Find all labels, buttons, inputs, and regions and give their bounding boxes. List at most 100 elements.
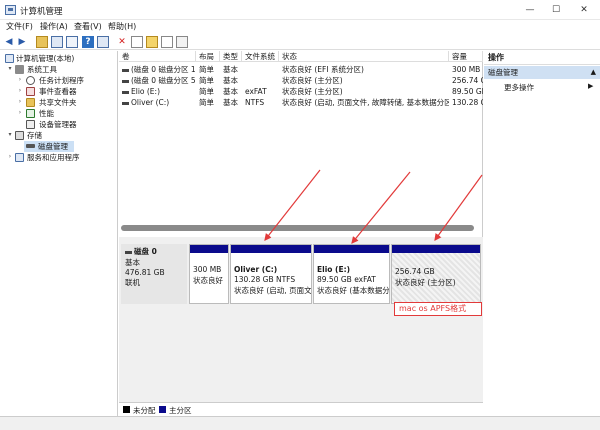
filesystem-cell: NTFS xyxy=(245,98,265,107)
partition-size: 89.50 GB exFAT xyxy=(317,275,376,284)
chevron-right-icon[interactable]: › xyxy=(16,87,24,94)
partition-bar xyxy=(231,245,311,253)
tree-item-root[interactable]: 计算机管理(本地) xyxy=(0,53,118,64)
computer-management-icon xyxy=(5,5,16,15)
partition-efi[interactable]: 300 MB 状态良好 xyxy=(189,244,229,304)
navigation-tree: 计算机管理(本地) ▾ 系统工具 › 任务计划程序 › 事件查看器 › 共享文件… xyxy=(0,51,118,416)
partition-apfs[interactable]: 256.74 GB 状态良好 (主分区) xyxy=(391,244,481,304)
partition-size: 300 MB xyxy=(193,265,222,274)
column-header-status[interactable]: 状态 xyxy=(279,51,449,62)
volume-name: Oliver (C:) xyxy=(131,98,170,107)
tree-item-disk-management[interactable]: 磁盘管理 xyxy=(24,141,74,152)
table-row[interactable]: Elio (E:) 简单 基本 exFAT 状态良好 (主分区) 89.50 G… xyxy=(119,86,483,97)
show-tree-icon[interactable] xyxy=(51,36,63,48)
tree-item-performance[interactable]: › 性能 xyxy=(0,108,118,119)
legend-label-unallocated: 未分配 xyxy=(133,406,156,415)
capacity-cell: 300 MB xyxy=(452,65,481,74)
clock-icon xyxy=(26,76,35,85)
disk-info-panel[interactable]: 磁盘 0 基本 476.81 GB 联机 xyxy=(121,244,187,304)
menu-view[interactable]: 查看(V) xyxy=(74,21,102,32)
partition-title: Elio (E:) xyxy=(317,265,351,274)
tree-item-shared-folders[interactable]: › 共享文件夹 xyxy=(0,97,118,108)
tree-item-services-apps[interactable]: › 服务和应用程序 xyxy=(0,152,118,163)
volume-icon xyxy=(122,90,129,94)
chevron-down-icon[interactable]: ▾ xyxy=(6,131,14,138)
tree-label: 共享文件夹 xyxy=(39,98,77,107)
capacity-cell: 130.28 G xyxy=(452,98,483,107)
disk-size: 476.81 GB xyxy=(125,268,165,277)
type-cell: 基本 xyxy=(223,76,238,85)
table-row[interactable]: (磁盘 0 磁盘分区 1) 简单 基本 状态良好 (EFI 系统分区) 300 … xyxy=(119,64,483,75)
maximize-button[interactable]: ☐ xyxy=(546,2,566,18)
more-actions-link[interactable]: 更多操作 xyxy=(504,82,534,93)
back-arrow-icon[interactable]: ◀ xyxy=(3,36,15,48)
volume-icon xyxy=(122,79,129,83)
tree-label: 事件查看器 xyxy=(39,87,77,96)
menu-file[interactable]: 文件(F) xyxy=(6,21,33,32)
close-button[interactable]: ✕ xyxy=(574,2,594,18)
column-header-capacity[interactable]: 容量 xyxy=(449,51,483,62)
window-bottom-edge xyxy=(0,416,600,430)
toolbar: ◀ ▶ ? ✕ xyxy=(0,34,600,50)
tree-item-system-tools[interactable]: ▾ 系统工具 xyxy=(0,64,118,75)
actions-header: 操作 xyxy=(484,51,600,65)
window-title: 计算机管理 xyxy=(20,7,63,17)
partition-oliver[interactable]: Oliver (C:) 130.28 GB NTFS 状态良好 (启动, 页面文 xyxy=(230,244,312,304)
legend-swatch-unallocated xyxy=(123,406,130,413)
layout-cell: 简单 xyxy=(199,87,214,96)
chevron-right-icon[interactable]: › xyxy=(16,98,24,105)
copy-icon[interactable] xyxy=(131,36,143,48)
help-icon[interactable]: ? xyxy=(82,36,94,48)
minimize-button[interactable]: — xyxy=(520,2,540,18)
tree-item-storage[interactable]: ▾ 存储 xyxy=(0,130,118,141)
storage-icon xyxy=(15,131,24,140)
actions-section-disk-management[interactable]: 磁盘管理 ▲ xyxy=(484,66,600,79)
menu-bar: 文件(F) 操作(A) 查看(V) 帮助(H) xyxy=(0,20,600,34)
tree-label: 计算机管理(本地) xyxy=(16,54,75,63)
capacity-cell: 89.50 GE xyxy=(452,87,483,96)
partition-title: Oliver (C:) xyxy=(234,265,278,274)
volume-name: Elio (E:) xyxy=(131,87,160,96)
type-cell: 基本 xyxy=(223,87,238,96)
chevron-right-icon[interactable]: ▶ xyxy=(588,82,593,90)
menu-action[interactable]: 操作(A) xyxy=(40,21,68,32)
delete-icon[interactable]: ✕ xyxy=(116,36,128,48)
connect-icon[interactable] xyxy=(102,36,114,48)
layout-cell: 简单 xyxy=(199,98,214,107)
column-header-layout[interactable]: 布局 xyxy=(196,51,220,62)
filesystem-cell xyxy=(242,75,279,86)
search-icon[interactable] xyxy=(161,36,173,48)
horizontal-scrollbar[interactable] xyxy=(121,225,474,231)
filesystem-cell: exFAT xyxy=(245,87,267,96)
menu-help[interactable]: 帮助(H) xyxy=(108,21,136,32)
forward-arrow-icon[interactable]: ▶ xyxy=(16,36,28,48)
chevron-right-icon[interactable]: › xyxy=(6,153,14,160)
column-header-type[interactable]: 类型 xyxy=(220,51,242,62)
event-log-icon xyxy=(26,87,35,96)
performance-icon xyxy=(26,109,35,118)
disk-state: 联机 xyxy=(125,278,140,287)
table-row[interactable]: Oliver (C:) 简单 基本 NTFS 状态良好 (启动, 页面文件, 故… xyxy=(119,97,483,108)
column-header-volume[interactable]: 卷 xyxy=(119,51,196,62)
column-header-filesystem[interactable]: 文件系统 xyxy=(242,51,279,62)
volume-name: (磁盘 0 磁盘分区 1) xyxy=(131,65,196,74)
chevron-right-icon[interactable]: › xyxy=(16,109,24,116)
tree-label: 存储 xyxy=(27,131,42,140)
tree-item-device-manager[interactable]: 设备管理器 xyxy=(0,119,118,130)
list-icon[interactable] xyxy=(176,36,188,48)
actions-section-label: 磁盘管理 xyxy=(488,68,518,77)
chevron-down-icon[interactable]: ▾ xyxy=(6,65,14,72)
table-row[interactable]: (磁盘 0 磁盘分区 5) 简单 基本 状态良好 (主分区) 256.74 G xyxy=(119,75,483,86)
open-icon[interactable] xyxy=(146,36,158,48)
tools-icon xyxy=(15,65,24,74)
partition-bar xyxy=(314,245,389,253)
collapse-up-icon[interactable]: ▲ xyxy=(591,66,596,79)
tree-item-task-scheduler[interactable]: › 任务计划程序 xyxy=(0,75,118,86)
tree-item-event-viewer[interactable]: › 事件查看器 xyxy=(0,86,118,97)
folder-up-icon[interactable] xyxy=(36,36,48,48)
partition-elio[interactable]: Elio (E:) 89.50 GB exFAT 状态良好 (基本数据分 xyxy=(313,244,390,304)
volume-cell: (磁盘 0 磁盘分区 5) xyxy=(119,75,196,86)
chevron-right-icon[interactable]: › xyxy=(16,76,24,83)
properties-icon[interactable] xyxy=(66,36,78,48)
annotation-label: mac os APFS格式 xyxy=(394,302,482,316)
